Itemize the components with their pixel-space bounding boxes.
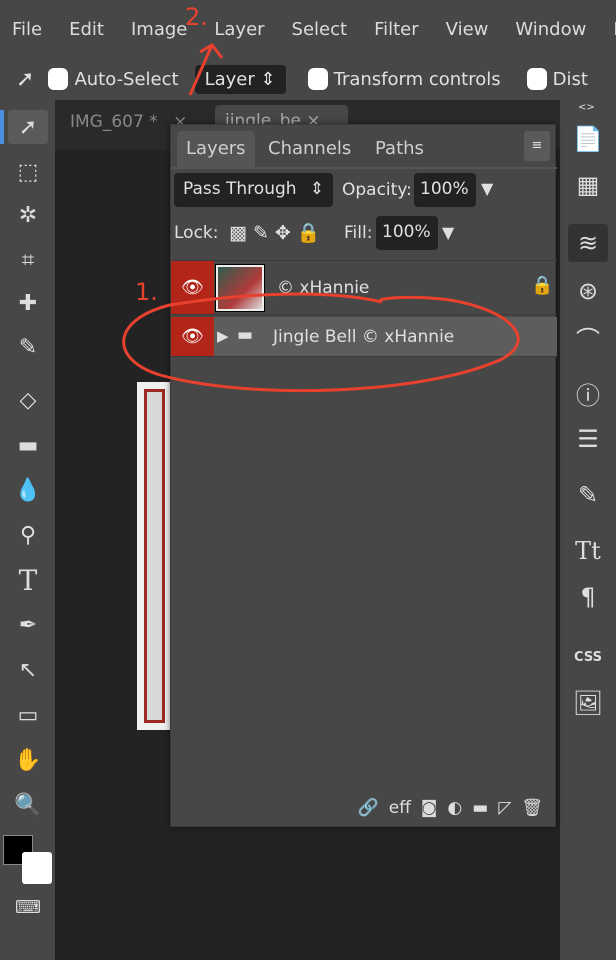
- marquee-tool-icon[interactable]: ⬚: [8, 155, 48, 189]
- layers-icon[interactable]: ≋: [568, 224, 608, 262]
- blur-tool-icon[interactable]: 💧: [8, 473, 48, 507]
- opacity-input[interactable]: 100%: [414, 173, 476, 207]
- distances-label: Dist: [552, 68, 588, 90]
- new-layer-icon[interactable]: ◸: [498, 798, 511, 818]
- lock-label: Lock:: [174, 223, 219, 243]
- pen-tool-icon[interactable]: ✒: [8, 608, 48, 642]
- effects-icon[interactable]: eff: [389, 798, 411, 818]
- auto-select-checkbox[interactable]: [48, 68, 69, 90]
- right-panel-bar: <> 📄 ▦ ≋ ⊛ ⌒ ⓘ ☰ ✎ Tt ¶ CSS 🖼: [560, 100, 616, 960]
- crop-tool-icon[interactable]: ⌗: [8, 243, 48, 277]
- doc-tab-1-label: IMG_607 *: [70, 112, 158, 132]
- menu-layer[interactable]: Layer: [214, 19, 264, 40]
- path-select-tool-icon[interactable]: ↖: [8, 653, 48, 687]
- brush-tool-icon[interactable]: ✎: [8, 330, 48, 364]
- dodge-tool-icon[interactable]: ⚲: [8, 518, 48, 552]
- gradient-tool-icon[interactable]: ▬: [8, 428, 48, 462]
- layer-name: © xHannie: [277, 278, 370, 298]
- menu-select[interactable]: Select: [292, 19, 348, 40]
- brush-settings-icon[interactable]: ✎: [568, 476, 608, 514]
- lock-icon: 🔒: [531, 275, 554, 296]
- adjustment-icon[interactable]: ◐: [447, 798, 462, 818]
- blend-mode-dropdown[interactable]: Pass Through ⇕: [174, 173, 333, 207]
- expand-arrow-icon[interactable]: ▶: [217, 327, 229, 345]
- move-tool-icon[interactable]: ➚: [8, 110, 48, 144]
- background-color-swatch[interactable]: [22, 852, 52, 884]
- lock-options: ▩✎✥🔒: [229, 221, 326, 244]
- css-icon[interactable]: CSS: [568, 638, 608, 676]
- lock-position-icon[interactable]: ✥: [275, 222, 297, 244]
- folder-icon: ▬: [237, 325, 254, 345]
- auto-select-label: Auto-Select: [74, 68, 179, 90]
- layers-panel: Layers Channels Paths ≡ Pass Through ⇕ O…: [170, 124, 557, 827]
- character-icon[interactable]: Tt: [568, 532, 608, 570]
- info-icon[interactable]: ⓘ: [568, 374, 608, 412]
- healing-tool-icon[interactable]: ✚: [8, 286, 48, 320]
- lock-all-icon[interactable]: 🔒: [297, 222, 327, 244]
- eraser-tool-icon[interactable]: ◇: [8, 383, 48, 417]
- auto-select-mode-dropdown[interactable]: Layer ⇕: [194, 64, 286, 94]
- layer-row[interactable]: 👁 © xHannie 🔒: [171, 260, 557, 315]
- layer-row-selected[interactable]: 👁 ▶ ▬ Jingle Bell © xHannie: [171, 317, 557, 357]
- lock-transparency-icon[interactable]: ▩: [229, 222, 253, 244]
- active-tool-indicator: [0, 110, 4, 144]
- chevron-updown-icon: ⇕: [309, 179, 324, 199]
- paths-icon[interactable]: ⌒: [568, 318, 608, 356]
- options-bar: ➚ Auto-Select Layer ⇕ Transform controls…: [0, 58, 616, 100]
- panel-menu-icon[interactable]: ≡: [524, 131, 550, 161]
- menu-window[interactable]: Window: [515, 19, 586, 40]
- visibility-eye-icon[interactable]: 👁: [171, 261, 214, 314]
- swatches-icon[interactable]: ▦: [568, 166, 608, 204]
- trash-icon[interactable]: 🗑: [521, 798, 543, 818]
- menu-image[interactable]: Image: [131, 19, 187, 40]
- zoom-tool-icon[interactable]: 🔍: [8, 788, 48, 822]
- opacity-label: Opacity:: [342, 180, 412, 200]
- auto-select-mode-value: Layer: [204, 68, 255, 90]
- distances-checkbox[interactable]: [526, 68, 547, 90]
- menu-bar: File Edit Image Layer Select Filter View…: [0, 0, 616, 58]
- mask-icon[interactable]: ◙: [421, 798, 438, 818]
- menu-edit[interactable]: Edit: [69, 19, 104, 40]
- paragraph-icon[interactable]: ¶: [568, 578, 608, 616]
- blend-mode-value: Pass Through: [183, 179, 297, 199]
- layer-name: Jingle Bell © xHannie: [273, 327, 455, 347]
- image-icon[interactable]: 🖼: [568, 684, 608, 722]
- divider: [171, 167, 557, 169]
- link-icon[interactable]: 🔗: [358, 798, 379, 818]
- tab-layers[interactable]: Layers: [177, 131, 255, 167]
- menu-file[interactable]: File: [12, 19, 42, 40]
- fill-input[interactable]: 100%: [376, 216, 438, 250]
- keyboard-icon[interactable]: ⌨: [8, 890, 48, 924]
- lock-paint-icon[interactable]: ✎: [253, 222, 275, 244]
- shape-tool-icon[interactable]: ▭: [8, 698, 48, 732]
- chevron-updown-icon: ⇕: [260, 68, 276, 90]
- collapse-arrows-icon[interactable]: <>: [578, 102, 595, 113]
- channels-icon[interactable]: ⊛: [568, 272, 608, 310]
- folder-icon[interactable]: ▬: [472, 798, 488, 818]
- adjustments-icon[interactable]: ☰: [568, 420, 608, 458]
- menu-view[interactable]: View: [446, 19, 489, 40]
- opacity-dropdown-arrow-icon[interactable]: ▼: [481, 179, 493, 198]
- history-icon[interactable]: 📄: [568, 120, 608, 158]
- fill-label: Fill:: [344, 223, 373, 243]
- magic-wand-tool-icon[interactable]: ✲: [8, 198, 48, 232]
- menu-filter[interactable]: Filter: [374, 19, 419, 40]
- type-tool-icon[interactable]: T: [8, 563, 48, 597]
- document-image: [137, 382, 172, 730]
- layers-footer: 🔗 eff ◙ ◐ ▬ ◸ 🗑: [171, 790, 557, 826]
- fill-dropdown-arrow-icon[interactable]: ▼: [442, 223, 454, 242]
- tab-paths[interactable]: Paths: [366, 131, 433, 167]
- visibility-eye-icon[interactable]: 👁: [171, 317, 214, 356]
- layer-thumbnail: [215, 264, 265, 312]
- transform-controls-label: Transform controls: [333, 68, 501, 90]
- tab-channels[interactable]: Channels: [259, 131, 360, 167]
- hand-tool-icon[interactable]: ✋: [8, 743, 48, 777]
- tools-panel: ➚ ⬚ ✲ ⌗ ✚ ✎ ◇ ▬ 💧 ⚲ T ✒ ↖ ▭ ✋ 🔍 ⌨: [0, 100, 55, 960]
- move-tool-icon: ➚: [16, 66, 35, 92]
- transform-controls-checkbox[interactable]: [307, 68, 328, 90]
